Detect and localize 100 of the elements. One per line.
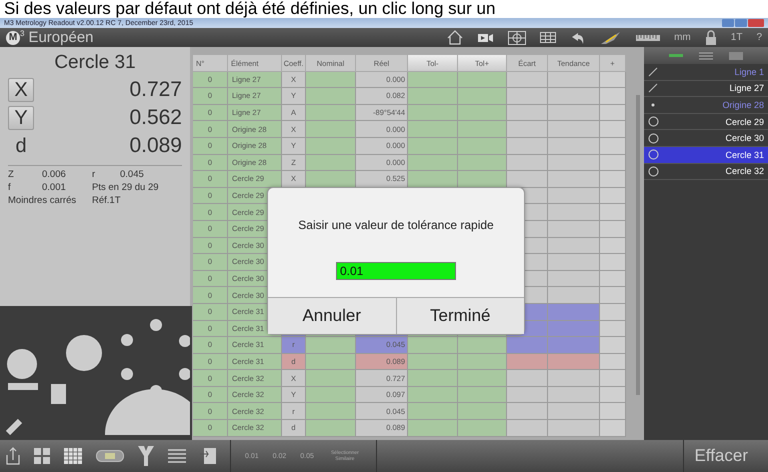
circle-icon: [648, 166, 659, 177]
ruler-icon[interactable]: [636, 34, 660, 42]
feature-item[interactable]: Cercle 31: [644, 146, 768, 164]
y-shape-icon[interactable]: [138, 446, 154, 466]
video-camera-icon[interactable]: [478, 32, 494, 42]
table-cell: [548, 204, 600, 221]
clear-button[interactable]: Effacer: [683, 440, 762, 472]
axis-button[interactable]: Y: [8, 106, 34, 130]
table-cell: [548, 238, 600, 254]
table-cell: [548, 138, 600, 155]
table-cell: [408, 104, 458, 122]
detail-value: 0.006: [42, 169, 67, 180]
feature-item[interactable]: Origine 28: [644, 97, 768, 114]
table-cell: [408, 354, 458, 370]
grid-icon[interactable]: [64, 448, 82, 464]
table-cell: [548, 254, 600, 271]
table-cell: [458, 72, 507, 88]
feature-item[interactable]: Ligne 27: [644, 80, 768, 98]
table-cell: [507, 420, 548, 437]
table-cell: [306, 354, 356, 370]
table-cell: [408, 138, 458, 155]
table-cell: [548, 386, 600, 404]
table-cell: [306, 386, 356, 404]
table-cell: [600, 386, 626, 404]
table-cell: [548, 154, 600, 172]
table-icon[interactable]: [540, 32, 556, 43]
stylus-icon[interactable]: [600, 30, 622, 44]
table-cell: [507, 72, 548, 88]
help-button[interactable]: ?: [756, 32, 762, 43]
table-cell: [408, 72, 458, 88]
table-cell: [600, 337, 626, 354]
table-cell: [458, 88, 507, 105]
table-cell: [548, 121, 600, 138]
detail-value: 0.045: [120, 169, 145, 180]
detail-text: Réf.1T: [92, 195, 122, 206]
table-cell: [600, 121, 626, 138]
feature-item[interactable]: Cercle 32: [644, 164, 768, 180]
table-cell: [306, 88, 356, 105]
detail-text: Pts en 29 du 29: [92, 182, 160, 193]
home-icon[interactable]: [446, 30, 464, 45]
table-cell: [306, 370, 356, 387]
feature-label: Ligne 27: [729, 83, 764, 94]
pages-icon[interactable]: [34, 448, 50, 464]
dialog-button[interactable]: Annuler: [268, 298, 396, 334]
table-cell: [408, 88, 458, 105]
table-cell: [600, 304, 626, 320]
table-cell: [600, 154, 626, 172]
table-cell: [548, 370, 600, 387]
table-cell: [408, 420, 458, 437]
table-cell: [458, 386, 507, 404]
list-icon[interactable]: [699, 52, 713, 60]
crosshair-icon[interactable]: [508, 30, 526, 44]
reference-label[interactable]: 1T: [730, 32, 742, 43]
table-cell: [548, 171, 600, 188]
table-cell: [458, 403, 507, 420]
table-cell: [408, 386, 458, 404]
caption-text: Si des valeurs par défaut ont déjà été définies, un clic long sur un: [3, 0, 496, 18]
table-cell: [600, 220, 626, 238]
table-cell: [306, 420, 356, 437]
table-cell: [600, 270, 626, 288]
table-cell: [507, 154, 548, 172]
table-cell: [548, 420, 600, 437]
axis-button[interactable]: X: [8, 78, 34, 102]
table-cell: [600, 354, 626, 370]
circle-icon: [648, 116, 659, 128]
table-cell: [600, 104, 626, 122]
circle-icon: [648, 132, 659, 144]
dialog-button[interactable]: Terminé: [396, 298, 524, 334]
feature-label: Cercle 29: [725, 116, 764, 127]
unit-label[interactable]: mm: [674, 32, 691, 43]
circle-icon: [648, 149, 659, 160]
line-icon: [648, 83, 658, 94]
table-cell: [600, 238, 626, 254]
toggle-icon[interactable]: [96, 450, 124, 462]
lock-icon[interactable]: [704, 30, 717, 45]
feature-item[interactable]: Cercle 29: [644, 114, 768, 130]
table-cell: [600, 254, 626, 271]
detail-label: Z: [8, 169, 15, 180]
dialog-prompt: Saisir une valeur de tolérance rapide: [297, 218, 495, 232]
table-cell: [306, 138, 356, 155]
feature-item[interactable]: Ligne 1: [644, 64, 768, 81]
table-cell: [548, 104, 600, 122]
grid-arrow-icon[interactable]: [200, 448, 216, 464]
lines-icon[interactable]: [168, 449, 186, 463]
table-cell: [458, 420, 507, 437]
table-cell: [458, 121, 507, 138]
table-cell: [408, 370, 458, 387]
table-cell: [507, 104, 548, 122]
detail-text: Moindres carrés: [8, 195, 78, 206]
table-cell: [458, 337, 507, 354]
table-cell: [306, 154, 356, 172]
table-cell: [548, 220, 600, 238]
export-icon[interactable]: [6, 447, 20, 465]
tolerance-input[interactable]: 0.01: [336, 262, 456, 280]
feature-name: Cercle 31: [53, 51, 137, 75]
table-cell: [507, 370, 548, 387]
scrollbar[interactable]: [636, 95, 640, 395]
table-cell: [507, 138, 548, 155]
table-cell: [548, 88, 600, 105]
table-cell: [306, 72, 356, 88]
